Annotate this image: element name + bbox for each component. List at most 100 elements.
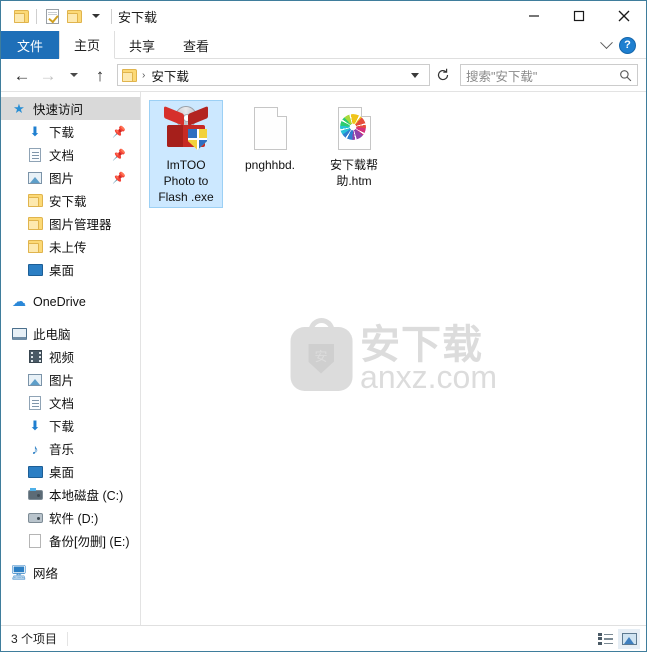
- details-view-button[interactable]: [594, 629, 616, 649]
- sidebar-item-label: 网络: [33, 567, 59, 581]
- folder-icon: [26, 192, 44, 210]
- drive-page-icon: [26, 532, 44, 550]
- sidebar-item-label: 文档: [49, 149, 75, 163]
- sidebar-item-label: 软件 (D:): [49, 512, 99, 526]
- this-pc-icon: [10, 325, 28, 343]
- watermark-shield-glyph: 安: [308, 343, 335, 374]
- network-icon: 🖥: [10, 564, 28, 580]
- sidebar-item-videos[interactable]: 视频: [1, 345, 140, 368]
- sidebar-item-label: 视频: [49, 351, 75, 365]
- sidebar-item-drive-e[interactable]: 备份[勿删] (E:): [1, 529, 140, 552]
- status-divider: [67, 631, 69, 646]
- file-item-png[interactable]: pnghhbd.: [233, 100, 307, 208]
- title-bar: 安下载: [1, 1, 646, 31]
- search-box[interactable]: 搜索"安下载": [460, 64, 638, 86]
- system-drive-icon: [26, 486, 44, 504]
- sidebar-item-downloads[interactable]: ⬇ 下载 📌: [1, 120, 140, 143]
- maximize-button[interactable]: [556, 1, 601, 31]
- videos-icon: [26, 348, 44, 366]
- document-icon: [26, 394, 44, 412]
- large-icons-view-button[interactable]: [618, 628, 640, 649]
- sidebar-item-label: 下载: [49, 126, 75, 140]
- file-item-exe[interactable]: ImTOO Photo to Flash .exe: [149, 100, 223, 208]
- ribbon-right-controls: ?: [600, 31, 642, 59]
- navigation-bar: ← → ↑ › 安下载 搜索"安下载": [1, 59, 646, 91]
- search-icon: [620, 69, 632, 81]
- tab-home[interactable]: 主页: [59, 31, 116, 59]
- sidebar-item-not-uploaded[interactable]: 未上传: [1, 235, 140, 258]
- sidebar-item-desktop-pc[interactable]: 桌面: [1, 460, 140, 483]
- sidebar-item-pictures-pc[interactable]: 图片: [1, 368, 140, 391]
- sidebar-item-documents-pc[interactable]: 文档: [1, 391, 140, 414]
- refresh-icon: [437, 68, 449, 81]
- pin-icon: 📌: [112, 126, 126, 138]
- sidebar-item-this-pc[interactable]: 此电脑: [1, 322, 140, 345]
- sidebar-item-desktop-quick[interactable]: 桌面: [1, 258, 140, 281]
- address-folder-icon: [122, 68, 137, 82]
- file-icon: [330, 104, 378, 152]
- sidebar-item-local-disk-c[interactable]: 本地磁盘 (C:): [1, 483, 140, 506]
- minimize-button[interactable]: [511, 1, 556, 31]
- address-history-chevron-down-icon[interactable]: [411, 72, 419, 78]
- breadcrumb-separator: ›: [142, 69, 146, 81]
- tab-share[interactable]: 共享: [115, 31, 169, 59]
- folder-icon: [26, 238, 44, 256]
- sidebar-item-pictures[interactable]: 图片 📌: [1, 166, 140, 189]
- desktop-icon: [26, 463, 44, 481]
- qat-new-folder-button[interactable]: [63, 5, 85, 27]
- sidebar-item-documents[interactable]: 文档 📌: [1, 143, 140, 166]
- back-button[interactable]: ←: [9, 62, 35, 88]
- watermark-cn-text: 安下载: [360, 322, 484, 367]
- sidebar-group-gap-3: [1, 552, 140, 561]
- arrow-left-icon: ←: [13, 65, 31, 85]
- sidebar-item-downloads-pc[interactable]: ⬇ 下载: [1, 414, 140, 437]
- sidebar-item-anxiazai[interactable]: 安下载: [1, 189, 140, 212]
- tab-view[interactable]: 查看: [169, 31, 223, 59]
- watermark-text: 安下载 anxz.com: [360, 322, 497, 395]
- file-name-label: ImTOO Photo to Flash .exe: [158, 158, 214, 204]
- pictures-icon: [26, 169, 44, 187]
- help-button[interactable]: ?: [619, 36, 636, 54]
- qat-properties-button[interactable]: [41, 5, 63, 27]
- sidebar-item-label: 下载: [49, 420, 75, 434]
- file-list-pane[interactable]: 安 安下载 anxz.com ImTOO Photo to Flash .exe…: [141, 92, 646, 625]
- file-icon: [162, 104, 210, 152]
- tab-file[interactable]: 文件: [1, 31, 60, 59]
- sidebar-item-onedrive[interactable]: ☁ OneDrive: [1, 290, 140, 313]
- sidebar-item-drive-d[interactable]: 软件 (D:): [1, 506, 140, 529]
- recent-locations-button[interactable]: [61, 62, 87, 88]
- up-button[interactable]: ↑: [87, 62, 113, 88]
- sidebar-item-label: 图片: [49, 172, 75, 186]
- sidebar-item-label: 未上传: [49, 241, 87, 255]
- expand-ribbon-chevron-down-icon[interactable]: [600, 35, 613, 49]
- caption-buttons: [511, 1, 646, 31]
- file-name-label: pnghhbd.: [244, 158, 296, 172]
- sidebar-item-network[interactable]: 🖥 网络: [1, 561, 140, 584]
- breadcrumb-current-folder[interactable]: 安下载: [151, 66, 189, 85]
- address-bar[interactable]: › 安下载: [117, 64, 430, 86]
- sidebar-item-label: 备份[勿删] (E:): [49, 535, 130, 549]
- close-icon: [618, 10, 629, 22]
- navigation-pane[interactable]: ★ 快速访问 ⬇ 下载 📌 文档 📌 图片 📌 安下载 图片管理器 未上传 桌面…: [1, 92, 141, 625]
- forward-button[interactable]: →: [35, 62, 61, 88]
- maximize-icon: [573, 10, 584, 22]
- qat-divider-1: [36, 8, 37, 24]
- onedrive-icon: ☁: [12, 293, 26, 309]
- sidebar-item-label: 此电脑: [33, 328, 71, 342]
- close-button[interactable]: [601, 1, 646, 31]
- file-item-htm[interactable]: 安下载帮助.htm: [317, 100, 391, 208]
- sidebar-item-label: 桌面: [49, 466, 75, 480]
- qat-folder-icon[interactable]: [10, 5, 32, 27]
- sidebar-item-picture-manager[interactable]: 图片管理器: [1, 212, 140, 235]
- watermark-en-text: anxz.com: [360, 358, 497, 395]
- refresh-button[interactable]: [432, 64, 454, 86]
- qat-customize-button[interactable]: [85, 5, 107, 27]
- music-icon: ♪: [31, 440, 39, 457]
- sidebar-item-music[interactable]: ♪ 音乐: [1, 437, 140, 460]
- details-view-icon: [597, 632, 613, 645]
- sidebar-item-label: 图片管理器: [49, 218, 112, 232]
- sidebar-item-label: 文档: [49, 397, 75, 411]
- sidebar-item-quick-access[interactable]: ★ 快速访问: [1, 97, 140, 120]
- folder-icon: [26, 215, 44, 233]
- search-input[interactable]: 搜索"安下载": [466, 66, 619, 85]
